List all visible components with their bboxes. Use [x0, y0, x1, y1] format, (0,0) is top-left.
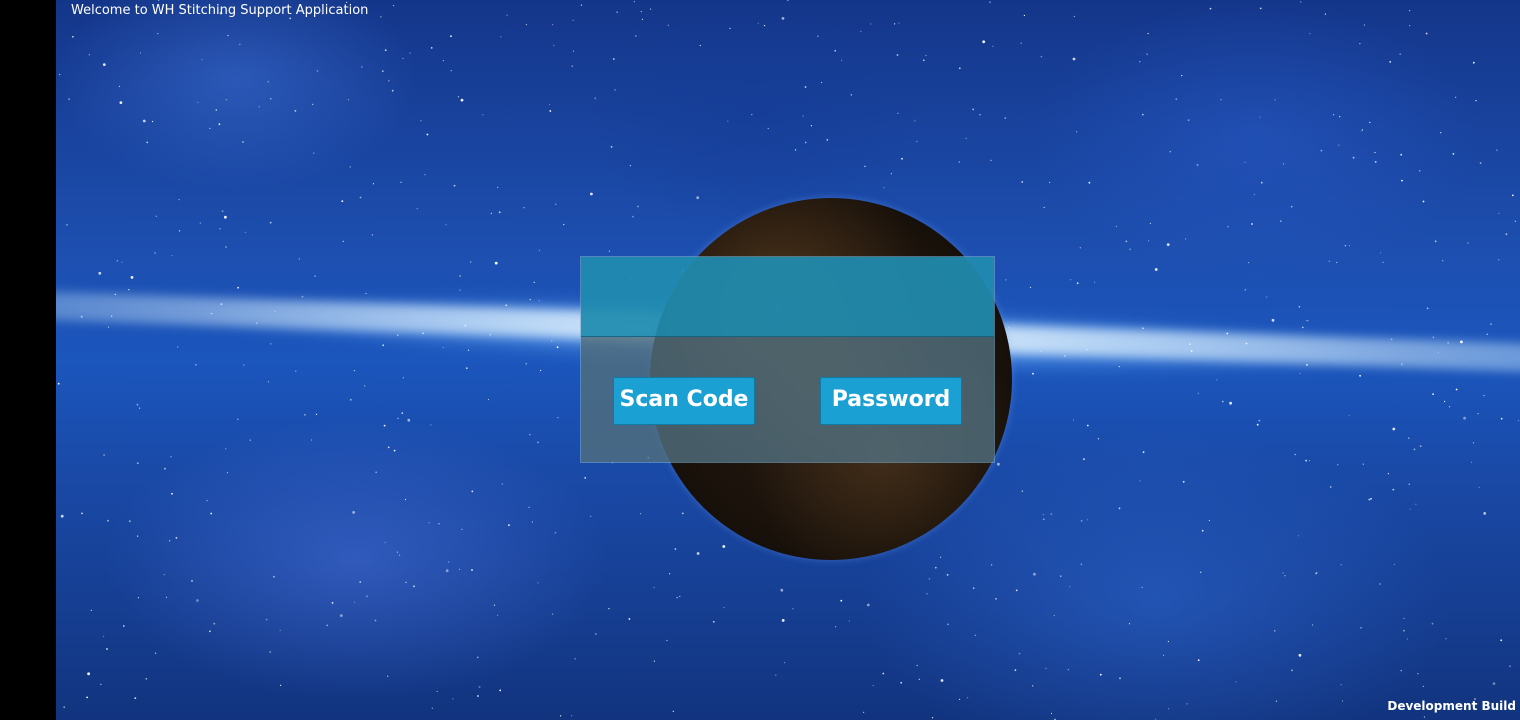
scan-code-button[interactable]: Scan Code: [613, 377, 755, 425]
app-screen: Welcome to WH Stitching Support Applicat…: [0, 0, 1520, 720]
development-build-label: Development Build: [1387, 699, 1516, 713]
password-button[interactable]: Password: [820, 377, 962, 425]
login-dialog: Scan Code Password: [580, 256, 995, 463]
dialog-header: [581, 257, 994, 337]
left-black-bar: [0, 0, 56, 720]
welcome-text: Welcome to WH Stitching Support Applicat…: [71, 3, 369, 18]
